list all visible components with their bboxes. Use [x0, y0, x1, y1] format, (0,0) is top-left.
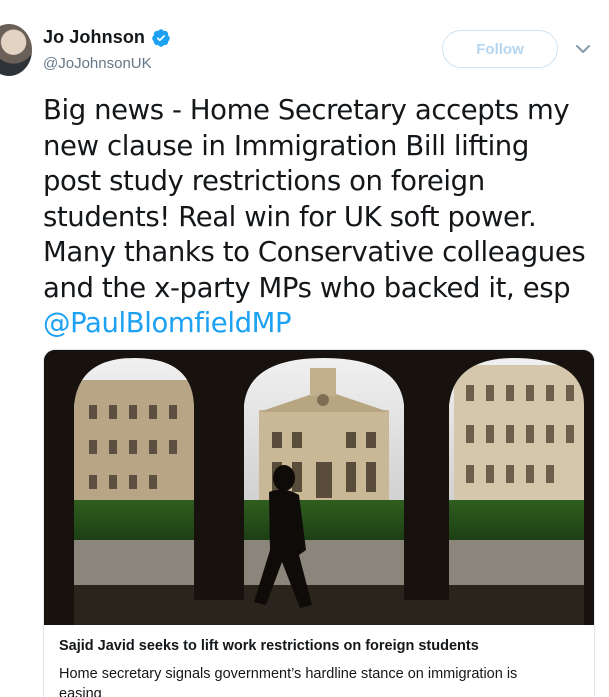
card-image[interactable] — [44, 350, 595, 625]
follow-button[interactable]: Follow — [442, 30, 558, 68]
card-description: Home secretary signals government’s hard… — [59, 666, 518, 697]
chevron-down-icon[interactable] — [575, 42, 591, 54]
card-title[interactable]: Sajid Javid seeks to lift work restricti… — [59, 638, 479, 654]
verified-badge-icon — [151, 28, 171, 48]
avatar[interactable] — [0, 24, 32, 76]
user-name-row: Jo Johnson — [43, 27, 171, 48]
user-handle[interactable]: @JoJohnsonUK — [43, 55, 152, 72]
tweet-text: Big news - Home Secretary accepts my new… — [43, 93, 603, 342]
tweet: Jo Johnson @JoJohnsonUK Follow Big news … — [0, 0, 609, 697]
display-name[interactable]: Jo Johnson — [43, 27, 145, 48]
mention-link[interactable]: @PaulBlomfieldMP — [43, 307, 292, 339]
tweet-body: Big news - Home Secretary accepts my new… — [43, 94, 586, 304]
link-card[interactable]: Sajid Javid seeks to lift work restricti… — [43, 349, 595, 697]
